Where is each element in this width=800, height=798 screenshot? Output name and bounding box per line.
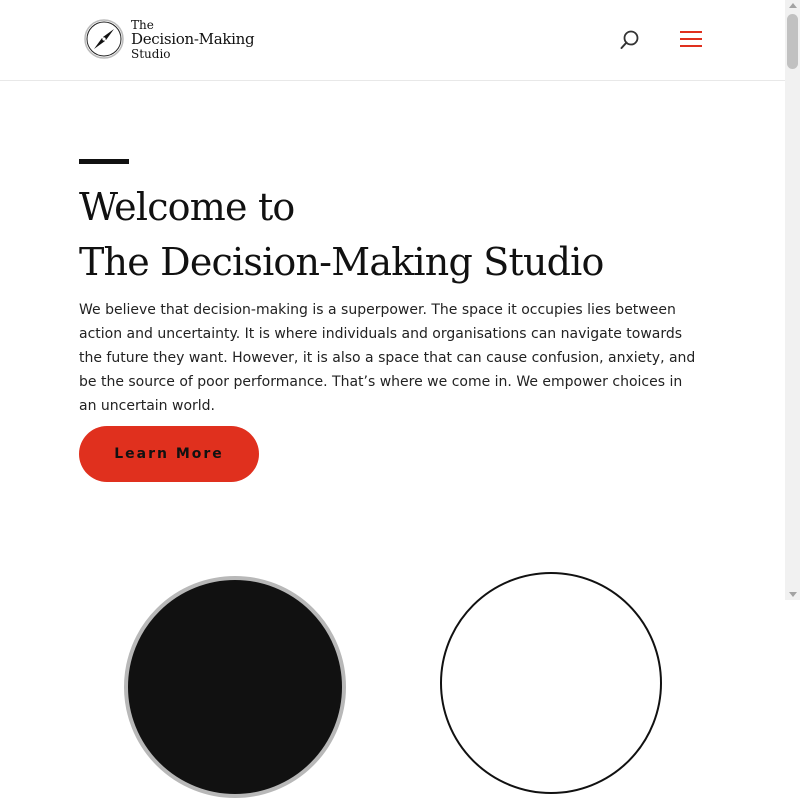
feature-image-circle [124, 576, 346, 798]
compass-icon [84, 19, 124, 59]
logo-wordmark: The Decision-Making Studio [131, 17, 255, 61]
scroll-down-arrow-icon[interactable] [789, 592, 797, 597]
hero-title-line-1: Welcome to [79, 185, 295, 229]
scroll-up-arrow-icon[interactable] [789, 3, 797, 8]
search-icon[interactable] [619, 29, 641, 51]
hero-description: We believe that decision-making is a sup… [79, 302, 696, 414]
logo-line-2: Decision-Making [131, 29, 255, 48]
hero-title: Welcome to The Decision-Making Studio [79, 180, 604, 290]
logo-line-3: Studio [131, 46, 171, 61]
feature-outline-circle [440, 572, 662, 794]
vertical-scrollbar[interactable] [785, 0, 800, 600]
learn-more-button[interactable]: Learn More [79, 426, 259, 482]
hero-title-line-2: The Decision-Making Studio [79, 240, 604, 284]
site-logo[interactable]: The Decision-Making Studio [83, 17, 255, 61]
hamburger-menu-icon[interactable] [680, 31, 702, 49]
accent-bar [79, 159, 129, 164]
scrollbar-thumb[interactable] [787, 14, 798, 69]
site-header: The Decision-Making Studio [0, 0, 785, 81]
logo-line-1: The [131, 17, 154, 32]
